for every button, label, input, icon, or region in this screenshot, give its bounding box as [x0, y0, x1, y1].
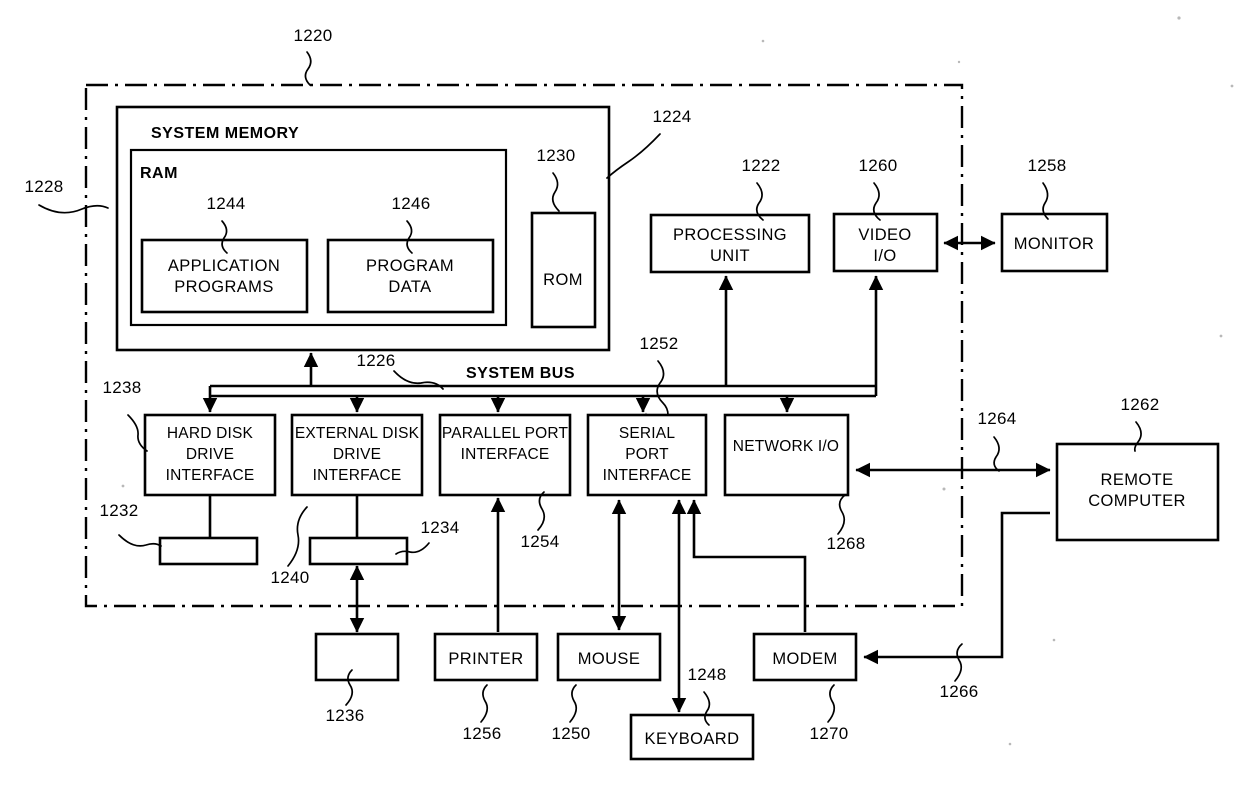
- ref-1264: 1264: [977, 409, 1016, 428]
- ref-1268: 1268: [826, 534, 865, 553]
- removable-disk-box: [314, 632, 400, 682]
- network-io-label: NETWORK I/O: [733, 438, 839, 455]
- application-programs-label-line2: PROGRAMS: [174, 278, 273, 296]
- ram-label: RAM: [140, 165, 178, 182]
- ref-1266: 1266: [939, 682, 978, 701]
- ref-1226: 1226: [356, 351, 395, 370]
- ref-1234: 1234: [420, 518, 459, 537]
- hard-disk-drive-interface-label-line3: INTERFACE: [166, 467, 255, 484]
- ref-1258: 1258: [1027, 156, 1066, 175]
- hard-disk-drive-interface-label-line1: HARD DISK: [167, 425, 254, 442]
- computer-system-block-diagram: SYSTEM MEMORY RAM APPLICATION PROGRAMS P…: [24, 16, 1234, 761]
- parallel-port-interface-label-line1: PARALLEL PORT: [442, 425, 569, 442]
- system-memory-label: SYSTEM MEMORY: [151, 125, 299, 142]
- processing-unit-label-line1: PROCESSING: [673, 226, 787, 244]
- serial-port-interface-label-line3: INTERFACE: [603, 467, 692, 484]
- hard-disk-drive-box: [158, 536, 259, 566]
- ref-1232: 1232: [99, 501, 138, 520]
- lead-1268: [837, 494, 846, 535]
- ref-1238: 1238: [102, 378, 141, 397]
- keyboard-label: KEYBOARD: [645, 730, 740, 748]
- ref-1248: 1248: [687, 665, 726, 684]
- video-io-label-line2: I/O: [873, 247, 896, 265]
- serial-port-interface-label-line1: SERIAL: [619, 425, 676, 442]
- serial-port-interface-label-line2: PORT: [625, 446, 669, 463]
- modem-to-serial-port-link: [686, 499, 807, 632]
- external-disk-drive-interface-label-line2: DRIVE: [333, 446, 381, 463]
- ref-1246: 1246: [391, 194, 430, 213]
- remote-computer-to-modem-link: [863, 511, 1050, 665]
- ref-1236: 1236: [325, 706, 364, 725]
- ref-1256: 1256: [462, 724, 501, 743]
- parallel-port-interface-label-line2: INTERFACE: [461, 446, 550, 463]
- lead-1256: [480, 684, 489, 723]
- ref-1220: 1220: [293, 26, 332, 45]
- lead-1264: [993, 436, 1000, 472]
- rom-label: ROM: [543, 271, 583, 289]
- ref-1260: 1260: [858, 156, 897, 175]
- video-io-label-line1: VIDEO: [858, 226, 911, 244]
- ref-1228: 1228: [24, 177, 63, 196]
- lead-1224: [606, 133, 661, 179]
- remote-computer-label-line1: REMOTE: [1101, 471, 1174, 489]
- system-bus-label: SYSTEM BUS: [466, 365, 575, 382]
- program-data-label-line1: PROGRAM: [366, 257, 454, 275]
- lead-1266: [954, 643, 963, 682]
- ref-1270: 1270: [809, 724, 848, 743]
- lead-1250: [569, 684, 578, 723]
- network-io-box: [723, 413, 850, 497]
- mouse-label: MOUSE: [578, 650, 641, 668]
- processing-unit-label-line2: UNIT: [710, 247, 750, 265]
- ref-1254: 1254: [520, 532, 559, 551]
- ref-1240: 1240: [270, 568, 309, 587]
- ref-1262: 1262: [1120, 395, 1159, 414]
- printer-label: PRINTER: [448, 650, 523, 668]
- ref-1250: 1250: [551, 724, 590, 743]
- program-data-label-line2: DATA: [388, 278, 431, 296]
- external-disk-drive-box: [308, 536, 409, 566]
- external-disk-drive-interface-label-line1: EXTERNAL DISK: [295, 425, 420, 442]
- ref-1222: 1222: [741, 156, 780, 175]
- rom-box: [530, 211, 597, 329]
- application-programs-label-line1: APPLICATION: [168, 257, 280, 275]
- ref-1244: 1244: [206, 194, 245, 213]
- lead-1252: [656, 360, 669, 416]
- external-disk-drive-interface-label-line3: INTERFACE: [313, 467, 402, 484]
- hard-disk-drive-interface-label-line2: DRIVE: [186, 446, 234, 463]
- ref-1224: 1224: [652, 107, 691, 126]
- lead-1228: [38, 204, 109, 214]
- lead-1270: [827, 684, 836, 723]
- lead-1232: [118, 534, 162, 547]
- lead-1254: [537, 491, 546, 531]
- remote-computer-label-line2: COMPUTER: [1088, 492, 1186, 510]
- lead-1220: [304, 51, 312, 86]
- monitor-label: MONITOR: [1014, 235, 1094, 253]
- lead-1240: [287, 506, 308, 567]
- ref-1252: 1252: [639, 334, 678, 353]
- modem-label: MODEM: [772, 650, 837, 668]
- ref-1230: 1230: [536, 146, 575, 165]
- patent-figure-container: SYSTEM MEMORY RAM APPLICATION PROGRAMS P…: [0, 0, 1240, 806]
